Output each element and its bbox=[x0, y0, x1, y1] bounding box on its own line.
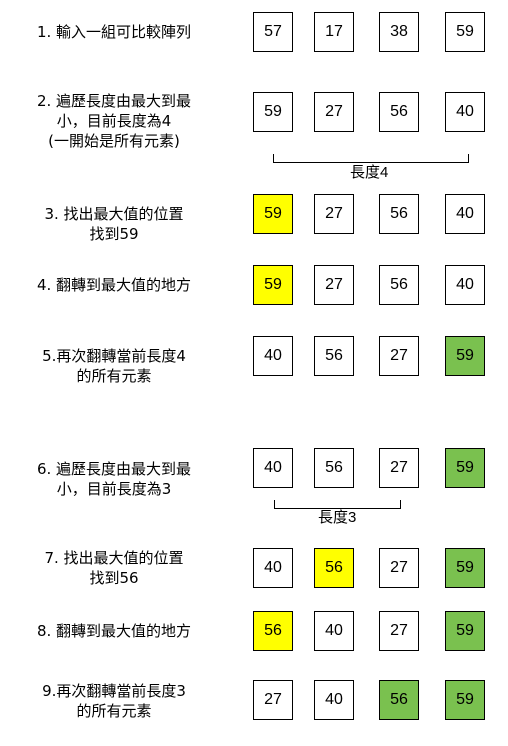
step-4-text: 4. 翻轉到最大值的地方 bbox=[8, 275, 220, 295]
array-cell: 40 bbox=[253, 448, 293, 488]
step-3-text: 3. 找出最大值的位置 找到59 bbox=[8, 204, 220, 244]
array-cell: 59 bbox=[445, 548, 485, 588]
step-8-text: 8. 翻轉到最大值的地方 bbox=[8, 621, 220, 641]
step-text-line: 3. 找出最大值的位置 bbox=[44, 205, 184, 223]
step-text-line: 2. 遍歷長度由最大到最 bbox=[36, 92, 192, 110]
array-cell: 38 bbox=[379, 12, 419, 52]
step-text-line: 的所有元素 bbox=[76, 367, 152, 385]
array-cell: 59 bbox=[445, 611, 485, 651]
step-9-text: 9.再次翻轉當前長度3 的所有元素 bbox=[8, 681, 220, 721]
array-cell: 59 bbox=[253, 194, 293, 234]
step-text-line: 小，目前長度為4 bbox=[56, 112, 172, 130]
array-cell: 59 bbox=[445, 680, 485, 720]
array-cell: 40 bbox=[445, 194, 485, 234]
step-text-line: 1. 輸入一組可比較陣列 bbox=[36, 23, 192, 41]
step-text-line: 找到56 bbox=[89, 569, 139, 587]
array-cell: 27 bbox=[379, 611, 419, 651]
step-text-line: 6. 遍歷長度由最大到最 bbox=[36, 460, 192, 478]
array-cell: 27 bbox=[379, 548, 419, 588]
length-bracket bbox=[273, 154, 469, 163]
step-1-text: 1. 輸入一組可比較陣列 bbox=[8, 22, 220, 42]
array-cell: 59 bbox=[445, 336, 485, 376]
length-bracket bbox=[274, 500, 401, 509]
step-text-line: 小，目前長度為3 bbox=[56, 480, 172, 498]
array-cell: 40 bbox=[445, 92, 485, 132]
array-cell: 56 bbox=[314, 448, 354, 488]
array-cell: 27 bbox=[314, 265, 354, 305]
array-cell: 40 bbox=[314, 611, 354, 651]
step-text-line: 8. 翻轉到最大值的地方 bbox=[36, 622, 192, 640]
length-bracket-label: 長度4 bbox=[349, 164, 390, 182]
array-cell: 27 bbox=[314, 194, 354, 234]
array-cell: 56 bbox=[379, 680, 419, 720]
array-cell: 27 bbox=[253, 680, 293, 720]
array-cell: 56 bbox=[253, 611, 293, 651]
array-cell: 59 bbox=[445, 12, 485, 52]
array-cell: 40 bbox=[314, 680, 354, 720]
step-2-text: 2. 遍歷長度由最大到最 小，目前長度為4 (一開始是所有元素) bbox=[8, 91, 220, 151]
step-6-text: 6. 遍歷長度由最大到最 小，目前長度為3 bbox=[8, 459, 220, 499]
array-cell: 56 bbox=[379, 194, 419, 234]
step-7-text: 7. 找出最大值的位置 找到56 bbox=[8, 548, 220, 588]
step-text-line: 7. 找出最大值的位置 bbox=[44, 549, 184, 567]
length-bracket-label: 長度3 bbox=[317, 509, 358, 527]
step-text-line: 9.再次翻轉當前長度3 bbox=[42, 682, 186, 700]
step-text-line: 4. 翻轉到最大值的地方 bbox=[36, 276, 192, 294]
step-text-line: (一開始是所有元素) bbox=[48, 132, 180, 150]
step-5-text: 5.再次翻轉當前長度4 的所有元素 bbox=[8, 346, 220, 386]
step-text-line: 的所有元素 bbox=[76, 702, 152, 720]
array-cell: 27 bbox=[379, 336, 419, 376]
array-cell: 40 bbox=[253, 336, 293, 376]
array-cell: 27 bbox=[314, 92, 354, 132]
array-cell: 27 bbox=[379, 448, 419, 488]
array-cell: 56 bbox=[314, 336, 354, 376]
array-cell: 59 bbox=[253, 92, 293, 132]
array-cell: 59 bbox=[445, 448, 485, 488]
array-cell: 59 bbox=[253, 265, 293, 305]
array-cell: 56 bbox=[379, 265, 419, 305]
array-cell: 17 bbox=[314, 12, 354, 52]
step-text-line: 5.再次翻轉當前長度4 bbox=[42, 347, 186, 365]
array-cell: 40 bbox=[253, 548, 293, 588]
array-cell: 57 bbox=[253, 12, 293, 52]
array-cell: 40 bbox=[445, 265, 485, 305]
array-cell: 56 bbox=[314, 548, 354, 588]
array-cell: 56 bbox=[379, 92, 419, 132]
step-text-line: 找到59 bbox=[89, 225, 139, 243]
